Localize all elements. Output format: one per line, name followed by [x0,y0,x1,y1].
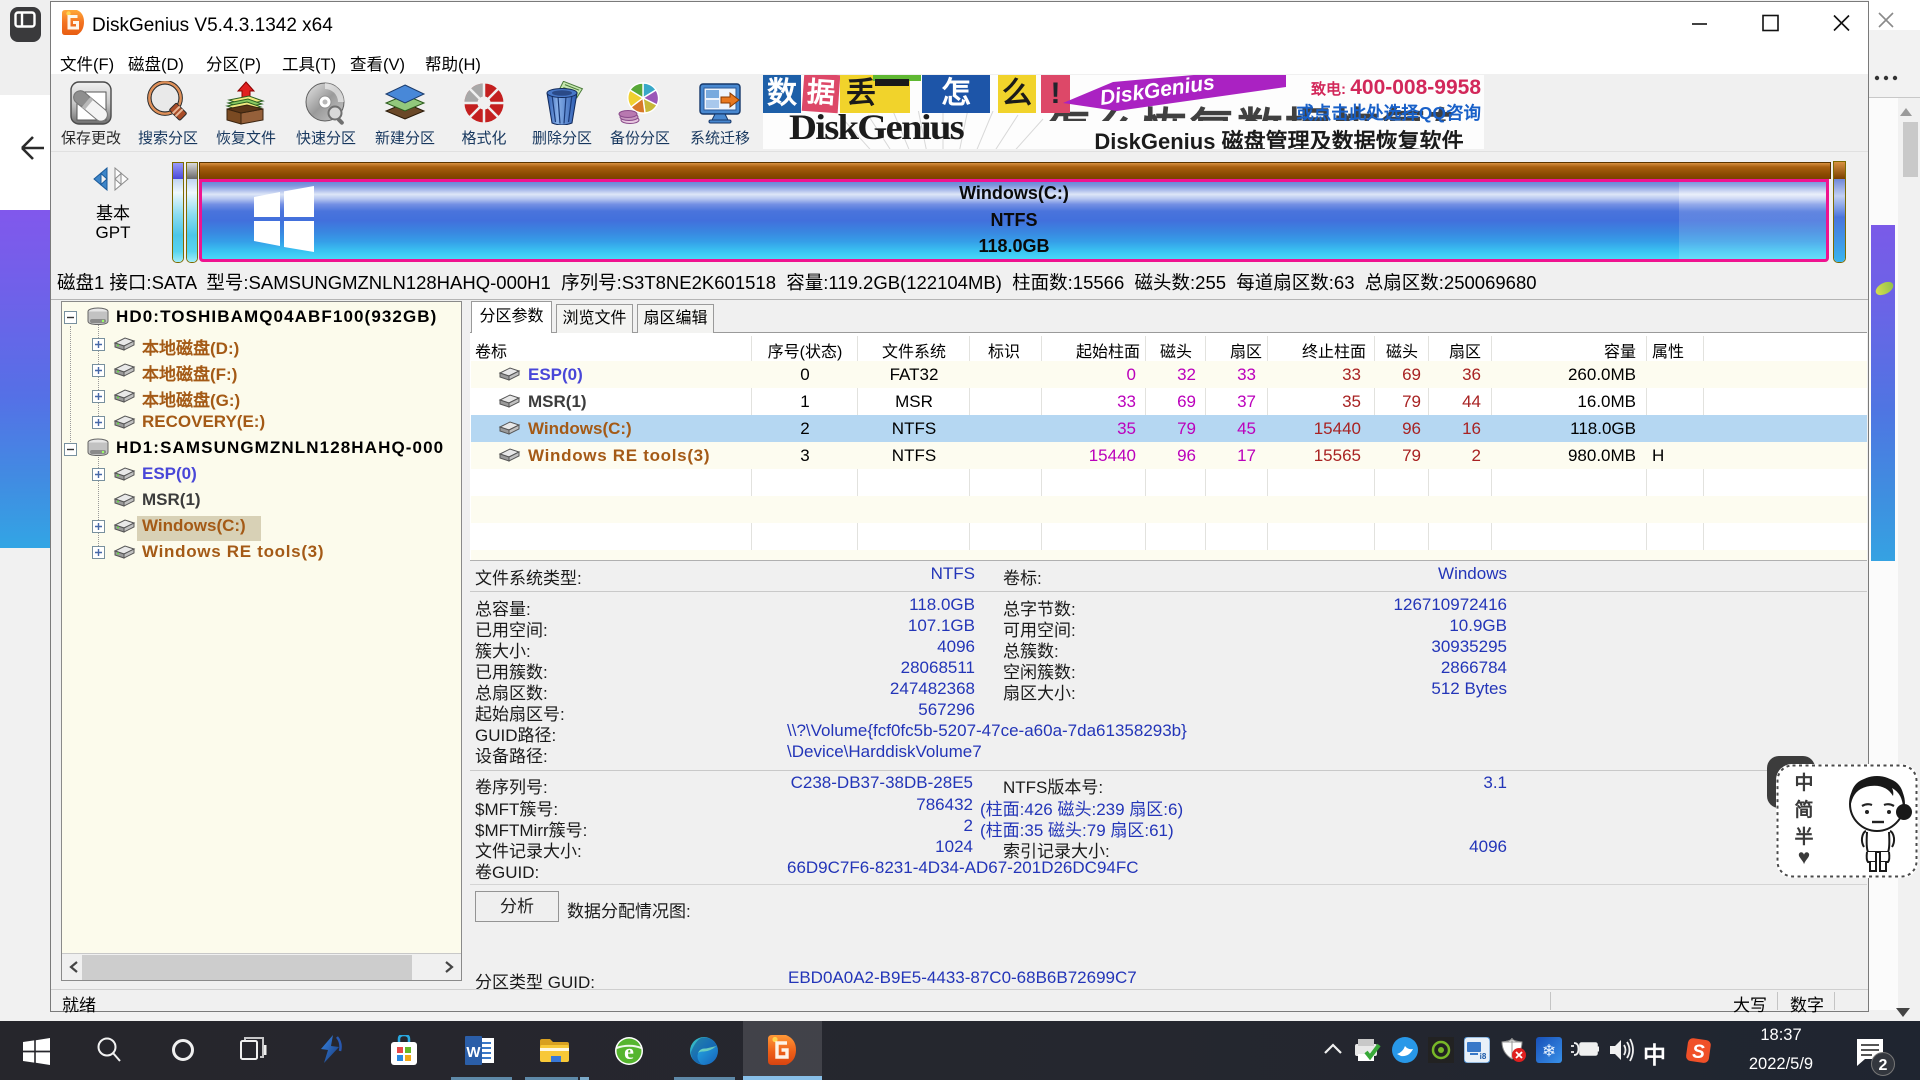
svg-text:e: e [624,1039,634,1064]
svg-text:W: W [466,1044,481,1061]
svg-text:i8: i8 [1480,1052,1487,1061]
svg-text:❄: ❄ [1542,1042,1556,1061]
svg-text:2: 2 [1879,1057,1888,1074]
svg-text:S: S [1692,1042,1705,1063]
